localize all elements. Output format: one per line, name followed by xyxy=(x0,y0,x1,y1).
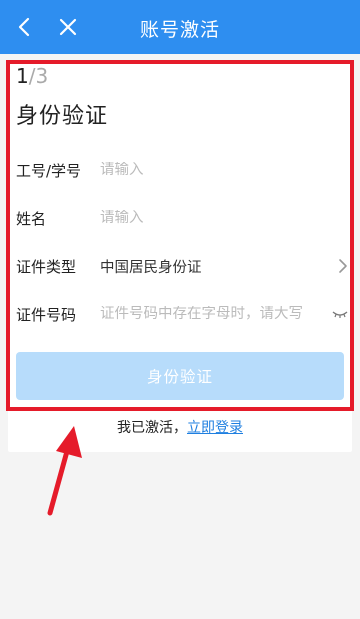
field-label-id-number: 证件号码 xyxy=(16,305,77,324)
section-heading: 身份验证 xyxy=(16,104,109,129)
id-type-value: 中国居民身份证 xyxy=(100,259,202,276)
id-type-select[interactable]: 证件类型 中国居民身份证 xyxy=(16,242,348,290)
field-row-staff-id: 工号/学号 xyxy=(16,146,348,194)
page-title: 账号激活 xyxy=(139,19,220,41)
step-current: 1 xyxy=(16,64,29,88)
field-row-name: 姓名 xyxy=(16,194,348,242)
staff-id-input[interactable] xyxy=(100,162,348,178)
verify-identity-button[interactable]: 身份验证 xyxy=(16,352,344,400)
eye-closed-icon xyxy=(332,311,348,318)
field-label-staff-id: 工号/学号 xyxy=(16,161,82,180)
name-input[interactable] xyxy=(100,210,348,226)
field-label-id-type: 证件类型 xyxy=(16,257,77,276)
field-row-id-number: 证件号码 xyxy=(16,290,348,338)
step-total: /3 xyxy=(28,64,49,88)
step-indicator: 1/3 xyxy=(16,64,48,88)
id-number-input[interactable] xyxy=(100,306,330,322)
top-bar: 账号激活 xyxy=(0,0,360,54)
field-label-name: 姓名 xyxy=(16,209,47,228)
login-link[interactable]: 立即登录 xyxy=(187,420,243,436)
chevron-right-icon xyxy=(339,259,347,273)
toggle-visibility-button[interactable] xyxy=(330,309,348,319)
footer-note: 我已激活，立即登录 xyxy=(0,417,360,437)
footer-text: 我已激活， xyxy=(117,420,187,436)
